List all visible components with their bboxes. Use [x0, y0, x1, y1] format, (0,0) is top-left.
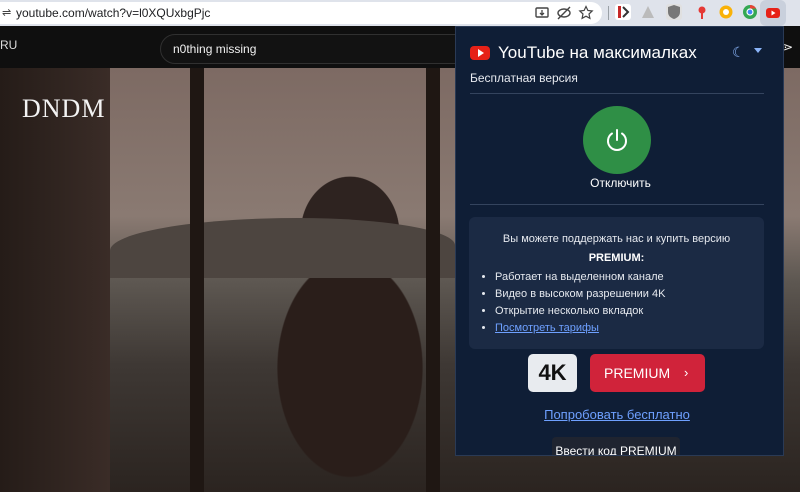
youtube-search-input[interactable]: n0thing missing: [160, 34, 460, 64]
power-icon: [607, 129, 627, 151]
divider: [470, 93, 764, 94]
4k-badge: 4K: [528, 354, 577, 392]
install-app-icon[interactable]: [534, 5, 550, 21]
video-window-frame: [0, 68, 110, 492]
extension-shield-icon[interactable]: [666, 4, 682, 20]
list-item: Открытие несколько вкладок: [495, 303, 665, 320]
extension-red-bracket-icon[interactable]: [615, 4, 631, 20]
extension-youtube-icon[interactable]: [765, 5, 781, 21]
video-window-bar: [190, 68, 204, 492]
list-item: Видео в высоком разрешении 4K: [495, 286, 665, 303]
extension-yellow-circle-icon[interactable]: [718, 4, 734, 20]
site-info-icon[interactable]: ⇌: [2, 6, 11, 20]
region-label: RU: [0, 38, 18, 52]
extension-chrome-icon[interactable]: [742, 4, 758, 20]
extension-pin-icon[interactable]: [694, 4, 710, 20]
power-label: Отключить: [590, 176, 651, 190]
tariffs-link[interactable]: Посмотреть тарифы: [495, 322, 599, 334]
premium-button-label: PREMIUM: [604, 365, 671, 381]
eye-off-icon[interactable]: [556, 5, 572, 21]
moon-icon[interactable]: ☾: [732, 44, 748, 60]
toolbar-separator: [608, 6, 609, 20]
extension-popup: YouTube на максималках ☾ Бесплатная верс…: [455, 26, 784, 456]
extension-triangle-icon[interactable]: [640, 4, 656, 20]
list-item: Работает на выделенном канале: [495, 269, 665, 286]
url-text[interactable]: youtube.com/watch?v=l0XQUxbgPjc: [16, 5, 210, 21]
partial-icon: ⋗: [783, 40, 794, 54]
power-toggle-button[interactable]: [583, 106, 651, 174]
feature-list: Работает на выделенном канале Видео в вы…: [495, 269, 665, 337]
support-heading: Вы можете поддержать нас и купить версию: [502, 233, 731, 245]
address-bar[interactable]: ⇌ youtube.com/watch?v=l0XQUxbgPjc: [0, 2, 602, 24]
premium-info-card: Вы можете поддержать нас и купить версию…: [469, 217, 764, 349]
popup-title: YouTube на максималках: [498, 43, 697, 62]
premium-heading: PREMIUM:: [588, 252, 645, 264]
divider: [470, 204, 764, 205]
premium-button[interactable]: PREMIUM ›: [590, 354, 705, 392]
video-scenery: [110, 218, 455, 278]
list-item: Посмотреть тарифы: [495, 320, 665, 337]
play-icon: [478, 49, 484, 57]
bookmark-star-icon[interactable]: [578, 5, 594, 21]
enter-code-button[interactable]: Ввести код PREMIUM: [552, 437, 680, 455]
popup-subtitle: Бесплатная версия: [470, 71, 578, 85]
video-window-bar: [426, 68, 440, 492]
try-free-link[interactable]: Попробовать бесплатно: [456, 407, 778, 422]
video-watermark-logo: DNDM: [22, 94, 106, 123]
chevron-right-icon: ›: [684, 365, 689, 380]
search-value[interactable]: n0thing missing: [173, 42, 256, 56]
chevron-down-icon[interactable]: [754, 48, 762, 53]
browser-toolbar: ⇌ youtube.com/watch?v=l0XQUxbgPjc: [0, 0, 800, 26]
